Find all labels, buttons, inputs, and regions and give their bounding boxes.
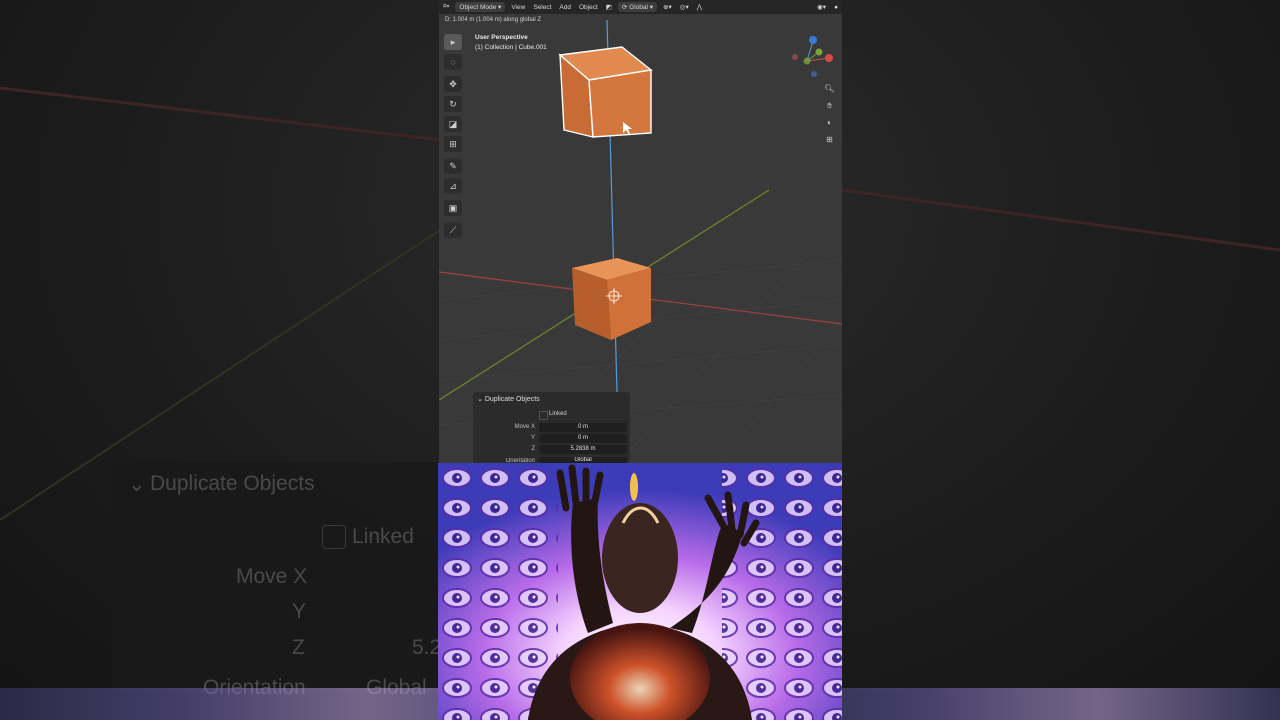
move-y-field[interactable]: 0 m bbox=[539, 434, 627, 443]
proportional-edit-icon[interactable]: ◎▾ bbox=[676, 3, 693, 11]
viewport-perspective-title: User Perspective bbox=[475, 34, 528, 41]
mode-label: Object Mode bbox=[459, 4, 497, 11]
orientation-label: Global bbox=[629, 4, 648, 11]
visibility-icon[interactable]: ◉▾ bbox=[813, 3, 830, 11]
mode-dropdown[interactable]: Object Mode ▾ bbox=[455, 2, 506, 12]
editor-type-icon[interactable]: ⌗▾ bbox=[439, 3, 453, 11]
background-move-x-label: Move X bbox=[236, 565, 308, 588]
rotate-icon[interactable]: ↻ bbox=[444, 96, 462, 112]
scale-icon[interactable]: ◪ bbox=[444, 116, 462, 132]
background-z-label: Z bbox=[292, 636, 305, 659]
brush-icon[interactable]: ⟋ bbox=[444, 222, 462, 238]
camera-icon[interactable]: ◐ bbox=[823, 116, 836, 129]
operator-panel-title: Duplicate Objects bbox=[484, 396, 540, 403]
add-cube-icon[interactable]: ▣ bbox=[444, 200, 462, 216]
measure-icon[interactable]: ⊿ bbox=[444, 178, 462, 194]
move-x-field[interactable]: 0 m bbox=[539, 423, 627, 432]
navigation-gizmo bbox=[792, 36, 833, 77]
snap-icon[interactable]: ⊕▾ bbox=[659, 3, 676, 11]
move-icon[interactable]: ✥ bbox=[444, 76, 462, 92]
background-linked-checkbox bbox=[322, 525, 346, 549]
move-z-label: Z bbox=[531, 446, 535, 452]
duplicated-cube bbox=[558, 46, 653, 138]
background-linked-label: Linked bbox=[352, 525, 414, 548]
move-x-label: Move X bbox=[514, 424, 535, 430]
hand-pan-icon[interactable]: ✋︎ bbox=[823, 99, 836, 112]
background-panel-title: Duplicate Objects bbox=[150, 472, 315, 495]
background-chevron-icon: ⌄ bbox=[128, 473, 146, 496]
menu-add[interactable]: Add bbox=[555, 4, 575, 11]
menu-select[interactable]: Select bbox=[529, 4, 555, 11]
viewport-collection-label: (1) Collection | Cube.001 bbox=[475, 44, 547, 51]
annotate-icon[interactable]: ✎ bbox=[444, 158, 462, 174]
background-y-label: Y bbox=[292, 600, 307, 623]
transform-icon[interactable]: ⊞ bbox=[444, 136, 462, 152]
navigation-controls: 🔍︎ ✋︎ ◐ ⊞ bbox=[823, 82, 837, 150]
artwork-canvas bbox=[438, 463, 842, 720]
zoom-icon[interactable]: 🔍︎ bbox=[823, 82, 836, 95]
shading-solid-icon[interactable]: ● bbox=[830, 4, 842, 11]
move-y-label: Y bbox=[530, 435, 535, 441]
operator-panel: ⌄ Duplicate Objects Linked Move X 0 m Y … bbox=[473, 392, 630, 463]
move-z-field[interactable]: 5.2838 m bbox=[539, 445, 627, 454]
transform-pivot-icon[interactable]: ◩ bbox=[602, 3, 616, 11]
menu-object[interactable]: Object bbox=[575, 4, 602, 11]
cursor-icon[interactable]: ◌ bbox=[444, 54, 462, 70]
blender-viewport[interactable]: ⌗▾ Object Mode ▾ View Select Add Object … bbox=[439, 0, 842, 463]
menu-view[interactable]: View bbox=[507, 4, 529, 11]
viewport-header: ⌗▾ Object Mode ▾ View Select Add Object … bbox=[439, 0, 842, 14]
linked-label: Linked bbox=[549, 411, 567, 417]
operator-panel-header[interactable]: ⌄ Duplicate Objects bbox=[477, 395, 540, 403]
original-cube bbox=[572, 258, 651, 340]
linked-checkbox[interactable] bbox=[539, 411, 548, 420]
transform-status-text: D: 1.004 m (1.004 m) along global Z bbox=[445, 17, 542, 23]
orientation-dropdown[interactable]: ⟳ Global ▾ bbox=[617, 2, 658, 12]
figure-head bbox=[602, 503, 678, 613]
select-box-icon[interactable]: ▸ bbox=[444, 34, 462, 50]
psychedelic-artwork-image bbox=[438, 463, 842, 720]
background-z-value: 5.2 bbox=[412, 636, 442, 659]
grid-icon[interactable]: ⊞ bbox=[823, 133, 836, 146]
overlay-icon[interactable]: ⋀ bbox=[693, 3, 706, 11]
tool-shelf: ▸ ◌ ✥ ↻ ◪ ⊞ ✎ ⊿ ▣ ⟋ bbox=[444, 34, 464, 242]
